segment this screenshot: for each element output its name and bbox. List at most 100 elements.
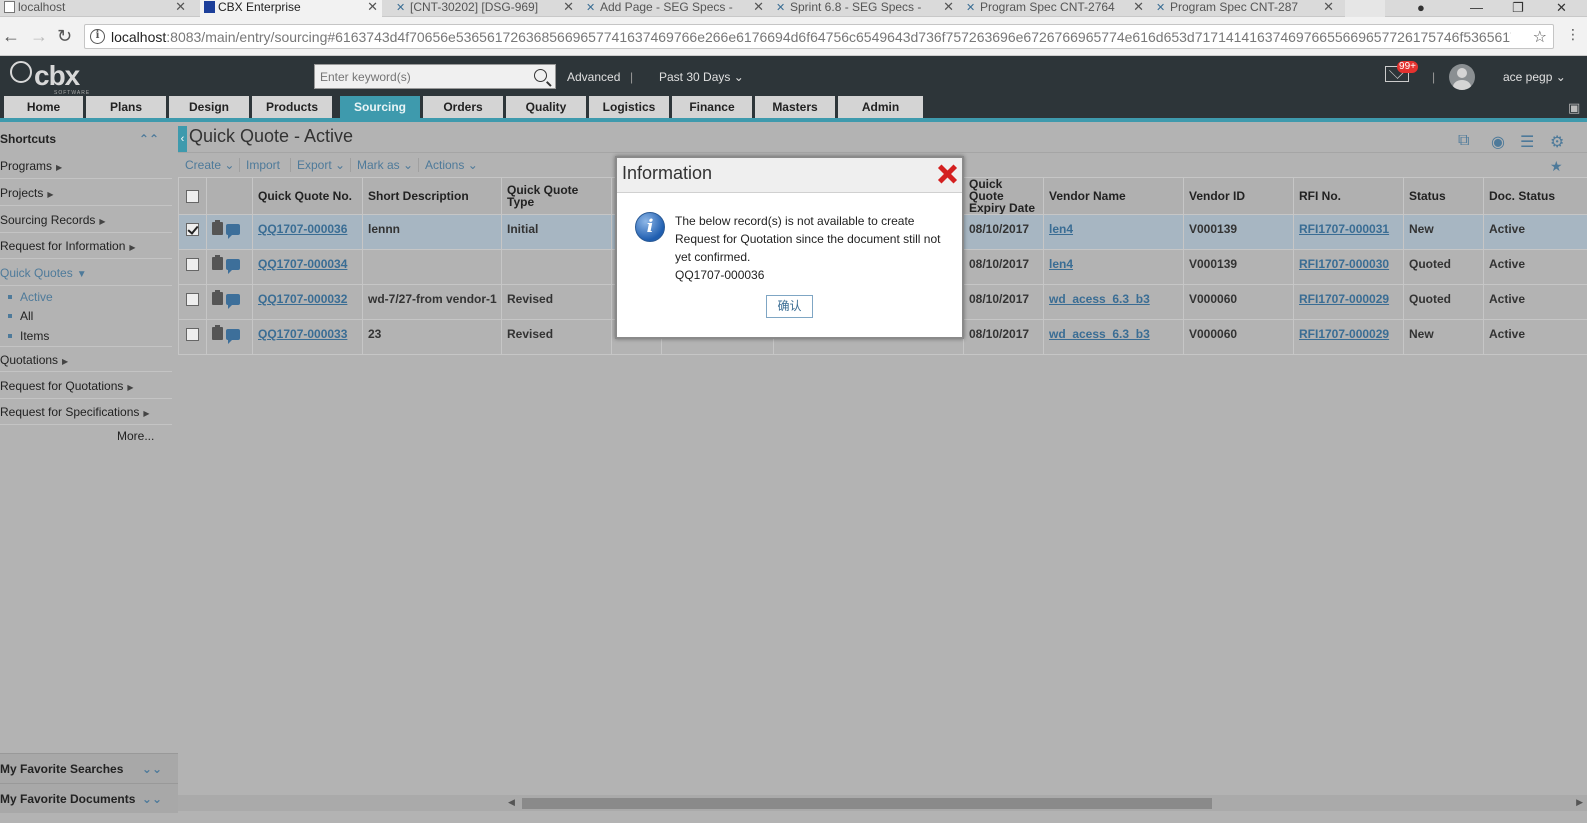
vendor-link[interactable]: len4: [1049, 222, 1073, 236]
rfi-link[interactable]: RFI1707-000029: [1299, 292, 1389, 306]
menu-finance[interactable]: Finance: [672, 96, 752, 118]
col-header-status[interactable]: Status: [1403, 177, 1484, 215]
menu-orders[interactable]: Orders: [423, 96, 503, 118]
browser-tab[interactable]: ✕ Program Spec CNT-2764 ✕: [962, 0, 1148, 17]
menu-products[interactable]: Products: [252, 96, 332, 118]
close-window-icon[interactable]: ✕: [1556, 0, 1567, 16]
sidebar-sub-all[interactable]: All: [8, 307, 33, 325]
search-icon[interactable]: [534, 69, 547, 82]
cbx-logo[interactable]: cbx SOFTWARE: [10, 60, 89, 96]
create-menu[interactable]: Create ⌄: [185, 158, 234, 172]
rfi-link[interactable]: RFI1707-000030: [1299, 257, 1389, 271]
favorite-star-icon[interactable]: ★: [1550, 158, 1563, 175]
row-checkbox[interactable]: [186, 258, 199, 272]
clipboard-icon[interactable]: [212, 255, 223, 270]
menu-home[interactable]: Home: [4, 96, 83, 118]
gear-icon[interactable]: ⚙: [1550, 132, 1564, 152]
sidebar-sub-active[interactable]: Active: [8, 288, 53, 306]
dock-icon[interactable]: ▣: [1568, 100, 1580, 116]
close-icon[interactable]: [937, 164, 957, 184]
record-icon[interactable]: ◉: [1491, 132, 1505, 152]
browser-tab[interactable]: localhost ✕: [0, 0, 190, 17]
favorite-searches-header[interactable]: My Favorite Searches ⌄⌄: [0, 753, 178, 783]
close-tab-icon[interactable]: ✕: [1323, 0, 1334, 14]
rfi-link[interactable]: RFI1707-000031: [1299, 222, 1389, 236]
export-menu[interactable]: Export ⌄: [297, 158, 345, 172]
actions-menu[interactable]: Actions ⌄: [425, 158, 478, 172]
reload-icon[interactable]: ↻: [57, 26, 72, 47]
new-tab-button[interactable]: [1345, 0, 1385, 17]
collapse-up-icon[interactable]: ⌃⌃: [139, 126, 159, 152]
close-tab-icon[interactable]: ✕: [753, 0, 764, 14]
col-header-vendor-id[interactable]: Vendor ID: [1183, 177, 1294, 215]
col-header-short-description[interactable]: Short Description: [362, 177, 502, 215]
sidebar-sub-items[interactable]: Items: [8, 327, 49, 345]
col-header-doc-status[interactable]: Doc. Status: [1483, 177, 1587, 215]
sidebar-item-rfs[interactable]: Request for Specifications ▶: [0, 399, 172, 425]
mail-icon[interactable]: 99+: [1385, 61, 1418, 82]
clipboard-icon[interactable]: [212, 290, 223, 305]
restore-icon[interactable]: ❐: [1512, 0, 1524, 16]
import-button[interactable]: Import: [246, 158, 280, 172]
layout-icon[interactable]: ☰: [1520, 132, 1534, 152]
quick-quote-link[interactable]: QQ1707-000036: [258, 222, 347, 236]
menu-quality[interactable]: Quality: [506, 96, 586, 118]
vendor-link[interactable]: wd_acess_6.3_b3: [1049, 327, 1150, 341]
close-tab-icon[interactable]: ✕: [367, 0, 378, 14]
browser-tab[interactable]: ✕ Sprint 6.8 - SEG Specs - ✕: [772, 0, 958, 17]
scrollbar-thumb[interactable]: [522, 798, 1212, 809]
url-field[interactable]: i localhost:8083/main/entry/sourcing#616…: [84, 24, 1554, 49]
quick-quote-link[interactable]: QQ1707-000034: [258, 257, 347, 271]
select-all-checkbox[interactable]: [186, 189, 199, 203]
site-info-icon[interactable]: i: [90, 29, 105, 44]
horizontal-scrollbar[interactable]: ◀ ▶: [178, 795, 1587, 811]
sidebar-item-quick-quotes[interactable]: Quick Quotes ▼: [0, 260, 172, 286]
clipboard-icon[interactable]: [212, 220, 223, 235]
expand-down-icon[interactable]: ⌄⌄: [142, 754, 162, 784]
menu-plans[interactable]: Plans: [86, 96, 166, 118]
popout-icon[interactable]: ⧉: [1458, 132, 1469, 150]
close-tab-icon[interactable]: ✕: [943, 0, 954, 14]
comment-icon[interactable]: [226, 329, 240, 344]
quick-quote-link[interactable]: QQ1707-000033: [258, 327, 347, 341]
expand-down-icon[interactable]: ⌄⌄: [142, 784, 162, 814]
browser-tab-active[interactable]: CBX Enterprise ✕: [200, 0, 382, 17]
sidebar-item-programs[interactable]: Programs ▶: [0, 153, 172, 179]
favorite-documents-header[interactable]: My Favorite Documents ⌄⌄: [0, 783, 178, 813]
collapse-sidebar-button[interactable]: ‹: [178, 126, 187, 152]
vendor-link[interactable]: wd_acess_6.3_b3: [1049, 292, 1150, 306]
comment-icon[interactable]: [226, 294, 240, 309]
row-checkbox[interactable]: [186, 223, 199, 237]
close-tab-icon[interactable]: ✕: [563, 0, 574, 14]
browser-tab[interactable]: ✕ Add Page - SEG Specs - ✕: [582, 0, 768, 17]
menu-sourcing[interactable]: Sourcing: [340, 96, 420, 118]
col-header-vendor-name[interactable]: Vendor Name: [1043, 177, 1184, 215]
scroll-right-icon[interactable]: ▶: [1576, 797, 1583, 808]
mark-as-menu[interactable]: Mark as ⌄: [357, 158, 413, 172]
url-text[interactable]: localhost:8083/main/entry/sourcing#61637…: [111, 29, 1511, 45]
confirm-button[interactable]: 确认: [766, 295, 813, 318]
scroll-left-icon[interactable]: ◀: [508, 797, 515, 808]
row-checkbox[interactable]: [186, 293, 199, 307]
col-header-rfi-no[interactable]: RFI No.: [1293, 177, 1404, 215]
sidebar-item-rfq[interactable]: Request for Quotations ▶: [0, 373, 172, 399]
bookmark-star-icon[interactable]: ☆: [1533, 27, 1547, 47]
close-tab-icon[interactable]: ✕: [175, 0, 186, 14]
menu-masters[interactable]: Masters: [755, 96, 835, 118]
profile-icon[interactable]: ●: [1417, 0, 1425, 15]
menu-logistics[interactable]: Logistics: [589, 96, 669, 118]
vendor-link[interactable]: len4: [1049, 257, 1073, 271]
close-tab-icon[interactable]: ✕: [1133, 0, 1144, 14]
sidebar-item-sourcing-records[interactable]: Sourcing Records ▶: [0, 207, 172, 233]
row-checkbox[interactable]: [186, 328, 199, 342]
browser-menu-icon[interactable]: ⋮: [1566, 26, 1580, 43]
comment-icon[interactable]: [226, 224, 240, 239]
col-header-quick-quote-type[interactable]: Quick Quote Type: [501, 177, 612, 215]
browser-tab[interactable]: ✕ [CNT-30202] [DSG-969] ✕: [392, 0, 578, 17]
sidebar-item-quotations[interactable]: Quotations ▶: [0, 346, 172, 372]
menu-admin[interactable]: Admin: [838, 96, 923, 118]
sidebar-item-rfi[interactable]: Request for Information ▶: [0, 233, 172, 259]
rfi-link[interactable]: RFI1707-000029: [1299, 327, 1389, 341]
sidebar-more-link[interactable]: More...: [117, 429, 154, 443]
clipboard-icon[interactable]: [212, 325, 223, 340]
